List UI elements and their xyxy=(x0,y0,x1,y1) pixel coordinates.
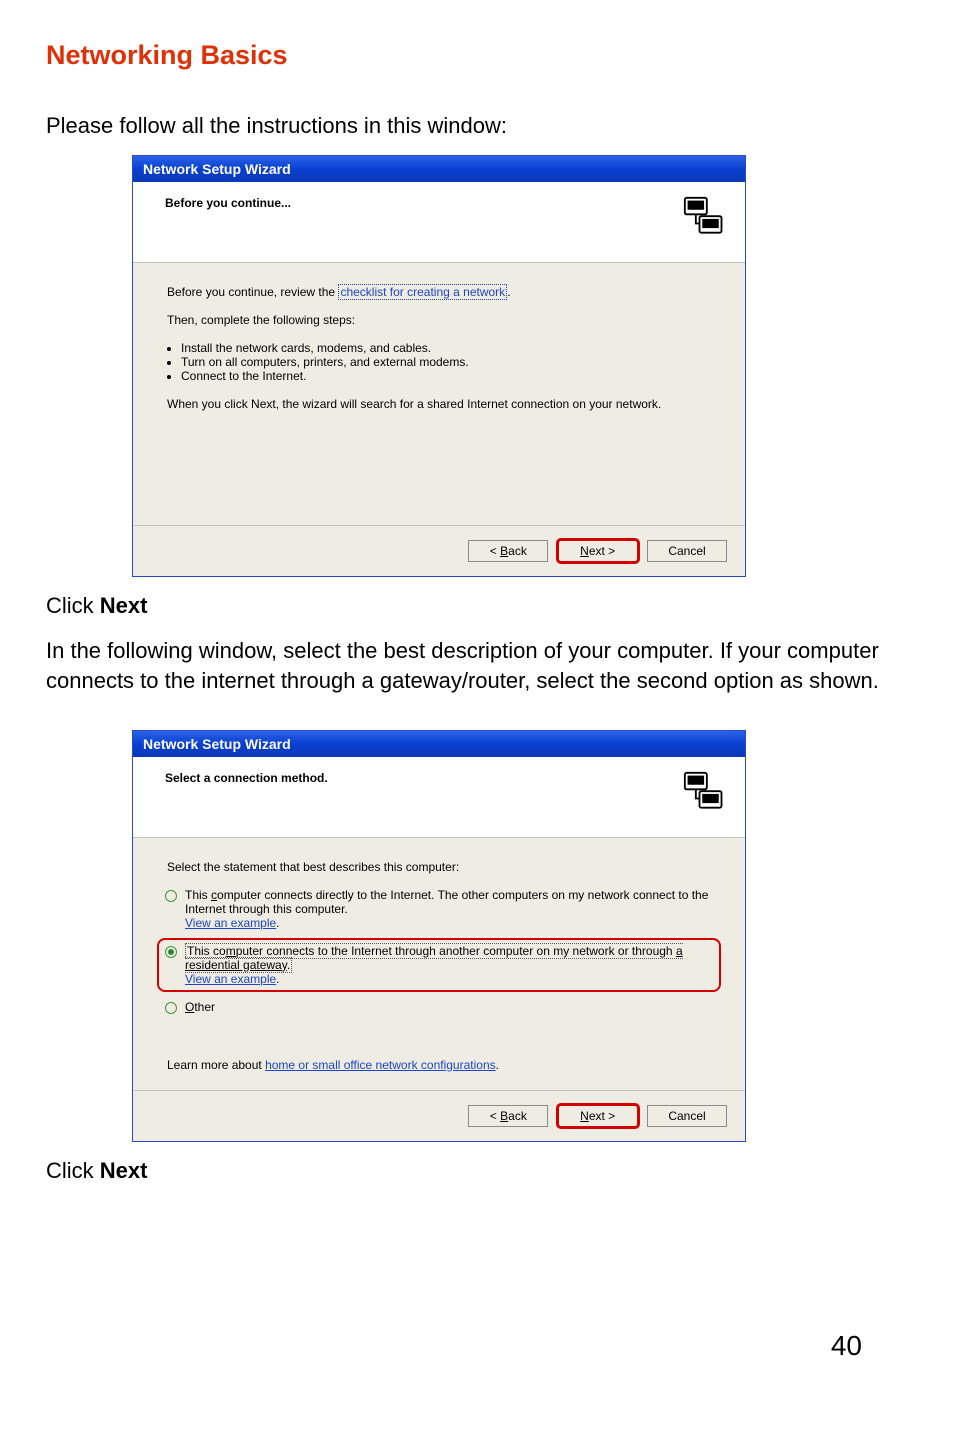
dialog1-footer: < Back Next > Cancel xyxy=(133,525,745,576)
search-line: When you click Next, the wizard will sea… xyxy=(167,397,711,411)
t: O xyxy=(185,1000,194,1014)
radio-option-direct[interactable]: This computer connects directly to the I… xyxy=(159,884,719,934)
click-prefix: Click xyxy=(46,593,100,618)
learn-more-link[interactable]: home or small office network configurati… xyxy=(265,1058,496,1072)
next-button[interactable]: Next > xyxy=(558,540,638,562)
cancel-button[interactable]: Cancel xyxy=(647,1105,727,1127)
dot: . xyxy=(276,916,279,930)
wizard-dialog-before-continue: Network Setup Wizard Before you continue… xyxy=(132,155,746,577)
t: omputer connects directly to the Interne… xyxy=(185,888,708,916)
back-button[interactable]: < Back xyxy=(468,1105,548,1127)
t: Learn more about xyxy=(167,1058,265,1072)
steps-list: Install the network cards, modems, and c… xyxy=(167,341,711,383)
t: m xyxy=(226,944,236,958)
intro-text: Please follow all the instructions in th… xyxy=(46,111,908,141)
then-line: Then, complete the following steps: xyxy=(167,313,711,327)
page-number: 40 xyxy=(831,1330,862,1362)
radio-icon[interactable] xyxy=(165,946,177,958)
radio-text: This computer connects directly to the I… xyxy=(185,888,713,930)
network-computers-icon xyxy=(683,196,727,240)
page-title: Networking Basics xyxy=(46,40,908,71)
click-next-2: Click Next xyxy=(46,1156,908,1186)
click-bold: Next xyxy=(100,1158,148,1183)
dialog1-content: Before you continue, review the checklis… xyxy=(133,263,745,525)
checklist-link[interactable]: checklist for creating a network xyxy=(338,284,507,300)
radio-icon[interactable] xyxy=(165,1002,177,1014)
learn-more-line: Learn more about home or small office ne… xyxy=(167,1058,719,1072)
cancel-button[interactable]: Cancel xyxy=(647,540,727,562)
network-computers-icon xyxy=(683,771,727,815)
t: . xyxy=(496,1058,499,1072)
t: This co xyxy=(187,944,226,958)
dialog1-header: Before you continue... xyxy=(133,182,745,263)
next-button[interactable]: Next > xyxy=(558,1105,638,1127)
click-bold: Next xyxy=(100,593,148,618)
step-item: Turn on all computers, printers, and ext… xyxy=(181,355,711,369)
dialog2-titlebar: Network Setup Wizard xyxy=(133,731,745,757)
click-next-1: Click Next xyxy=(46,591,908,621)
select-statement-text: Select the statement that best describes… xyxy=(167,860,719,874)
review-line: Before you continue, review the checklis… xyxy=(167,285,711,299)
dialog1-header-title: Before you continue... xyxy=(165,196,291,210)
focused-label: This computer connects to the Internet t… xyxy=(185,943,683,973)
dot: . xyxy=(276,972,279,986)
wizard-dialog-connection-method: Network Setup Wizard Select a connection… xyxy=(132,730,746,1142)
view-example-link[interactable]: View an example xyxy=(185,972,276,986)
step-item: Install the network cards, modems, and c… xyxy=(181,341,711,355)
radio-text: This computer connects to the Internet t… xyxy=(185,944,713,986)
back-button[interactable]: < Back xyxy=(468,540,548,562)
dialog2-content: Select the statement that best describes… xyxy=(133,838,745,1090)
radio-option-other[interactable]: Other xyxy=(159,996,719,1018)
view-example-link[interactable]: View an example xyxy=(185,916,276,930)
radio-text: Other xyxy=(185,1000,713,1014)
dialog2-header: Select a connection method. xyxy=(133,757,745,838)
t: This xyxy=(185,888,211,902)
dialog2-header-title: Select a connection method. xyxy=(165,771,328,785)
dialog1-titlebar: Network Setup Wizard xyxy=(133,156,745,182)
middle-paragraph: In the following window, select the best… xyxy=(46,636,908,695)
dialog2-footer: < Back Next > Cancel xyxy=(133,1090,745,1141)
radio-icon[interactable] xyxy=(165,890,177,902)
t: . xyxy=(287,958,290,972)
radio-option-gateway[interactable]: This computer connects to the Internet t… xyxy=(159,940,719,990)
t: ther xyxy=(194,1000,215,1014)
t: puter connects to the Internet through a… xyxy=(236,944,676,958)
step-item: Connect to the Internet. xyxy=(181,369,711,383)
review-suffix: . xyxy=(507,285,510,299)
click-prefix: Click xyxy=(46,1158,100,1183)
review-prefix: Before you continue, review the xyxy=(167,285,338,299)
